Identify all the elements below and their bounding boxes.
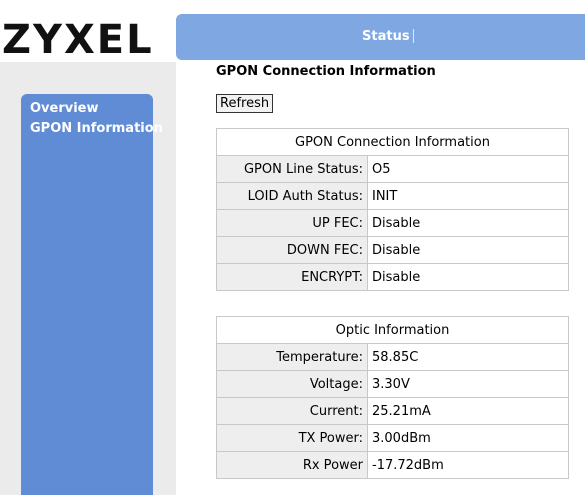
table-row: DOWN FEC: Disable bbox=[216, 236, 569, 264]
table-row: GPON Line Status: O5 bbox=[216, 155, 569, 183]
table-row: ENCRYPT: Disable bbox=[216, 263, 569, 291]
row-label: Current: bbox=[216, 397, 368, 425]
top-nav-bar: Status bbox=[176, 14, 585, 60]
tab-separator bbox=[413, 29, 414, 43]
table-row: Voltage: 3.30V bbox=[216, 370, 569, 398]
row-label: Voltage: bbox=[216, 370, 368, 398]
sidebar-item-overview[interactable]: Overview bbox=[30, 101, 99, 116]
row-label: Temperature: bbox=[216, 343, 368, 371]
row-value: Disable bbox=[367, 263, 569, 291]
sidebar-item-gpon-information[interactable]: GPON Information bbox=[30, 121, 163, 136]
row-label: ENCRYPT: bbox=[216, 263, 368, 291]
zyxel-logo: ZYXEL bbox=[2, 17, 154, 63]
table-row: TX Power: 3.00dBm bbox=[216, 424, 569, 452]
row-label: GPON Line Status: bbox=[216, 155, 368, 183]
row-value: Disable bbox=[367, 209, 569, 237]
optic-information-table: Optic Information Temperature: 58.85C Vo… bbox=[216, 316, 569, 479]
row-value: Disable bbox=[367, 236, 569, 264]
table-row: UP FEC: Disable bbox=[216, 209, 569, 237]
row-label: DOWN FEC: bbox=[216, 236, 368, 264]
row-label: Rx Power bbox=[216, 451, 368, 479]
row-value: 58.85C bbox=[367, 343, 569, 371]
row-value: -17.72dBm bbox=[367, 451, 569, 479]
row-value: 3.30V bbox=[367, 370, 569, 398]
row-value: O5 bbox=[367, 155, 569, 183]
table-row: Current: 25.21mA bbox=[216, 397, 569, 425]
table-row: Rx Power -17.72dBm bbox=[216, 451, 569, 479]
table-row: LOID Auth Status: INIT bbox=[216, 182, 569, 210]
row-label: LOID Auth Status: bbox=[216, 182, 368, 210]
row-value: INIT bbox=[367, 182, 569, 210]
gpon-table-header: GPON Connection Information bbox=[216, 128, 569, 156]
row-value: 25.21mA bbox=[367, 397, 569, 425]
row-label: UP FEC: bbox=[216, 209, 368, 237]
tab-status[interactable]: Status bbox=[362, 29, 410, 44]
gpon-connection-table: GPON Connection Information GPON Line St… bbox=[216, 128, 569, 291]
row-value: 3.00dBm bbox=[367, 424, 569, 452]
row-label: TX Power: bbox=[216, 424, 368, 452]
refresh-button[interactable]: Refresh bbox=[216, 94, 274, 113]
sidebar: Overview GPON Information bbox=[21, 94, 163, 495]
page-title: GPON Connection Information bbox=[216, 64, 436, 79]
optic-table-header: Optic Information bbox=[216, 316, 569, 344]
table-row: Temperature: 58.85C bbox=[216, 343, 569, 371]
